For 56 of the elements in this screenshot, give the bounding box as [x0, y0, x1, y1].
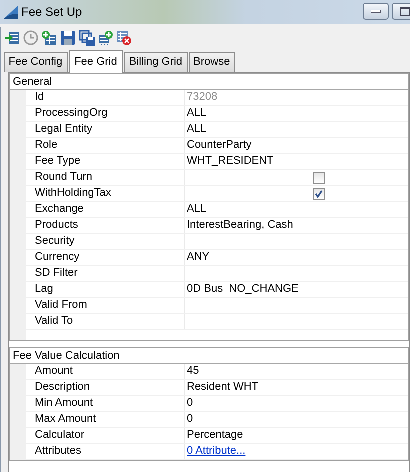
- checkmark-icon: [314, 188, 324, 198]
- property-value: 73208: [187, 90, 218, 102]
- checkbox[interactable]: [313, 172, 325, 184]
- property-label: Security: [26, 234, 185, 248]
- section-header: Fee Value Calculation: [10, 348, 408, 364]
- property-value[interactable]: Percentage: [187, 428, 244, 440]
- property-label: Valid From: [26, 298, 185, 312]
- property-value[interactable]: CounterParty: [187, 138, 252, 150]
- property-value[interactable]: 0: [187, 396, 194, 408]
- property-value[interactable]: ALL: [187, 122, 207, 134]
- property-label: Currency: [26, 250, 185, 264]
- property-label: ProcessingOrg: [26, 106, 185, 120]
- property-value[interactable]: 0D Bus NO_CHANGE: [187, 282, 299, 294]
- section-header: General: [10, 74, 408, 90]
- save-icon[interactable]: [60, 30, 76, 46]
- property-value[interactable]: ALL: [187, 202, 207, 214]
- property-value[interactable]: ANY: [187, 250, 210, 262]
- tab[interactable]: Fee Grid: [68, 50, 124, 72]
- window-title: Fee Set Up: [22, 4, 82, 21]
- property-value[interactable]: InterestBearing, Cash: [187, 218, 294, 230]
- property-value[interactable]: WHT_RESIDENT: [187, 154, 274, 166]
- tab[interactable]: Browse: [188, 52, 236, 72]
- property-label: Calculator: [26, 428, 185, 442]
- property-label: Amount: [26, 364, 185, 378]
- property-label: Fee Type: [26, 154, 185, 168]
- save-all-icon[interactable]: [78, 30, 95, 46]
- property-label: Exchange: [26, 202, 185, 216]
- property-label: Valid To: [26, 314, 185, 328]
- add-table-icon[interactable]: [41, 30, 58, 46]
- property-value[interactable]: ALL: [187, 106, 207, 118]
- minimize-icon: [371, 10, 382, 14]
- property-label: Legal Entity: [26, 122, 185, 136]
- property-value[interactable]: 45: [187, 364, 200, 376]
- property-label: Attributes: [26, 444, 185, 458]
- property-label: Min Amount: [26, 396, 185, 410]
- minimize-button[interactable]: [363, 3, 390, 20]
- tab[interactable]: Billing Grid: [124, 52, 188, 72]
- property-label: Round Turn: [26, 170, 185, 184]
- property-label: Max Amount: [26, 412, 185, 426]
- delete-table-icon[interactable]: [116, 30, 132, 46]
- property-label: SD Filter: [26, 266, 185, 280]
- maximize-icon: [400, 7, 410, 16]
- property-label: Description: [26, 380, 185, 394]
- property-label: Role: [26, 138, 185, 152]
- add-row-icon[interactable]: [98, 30, 114, 46]
- property-value[interactable]: Resident WHT: [187, 380, 259, 392]
- property-label: Products: [26, 218, 185, 232]
- tab[interactable]: Fee Config: [4, 52, 68, 72]
- checkbox[interactable]: [313, 188, 325, 200]
- app-logo-icon: [2, 4, 19, 20]
- property-label: Lag: [26, 282, 185, 296]
- property-label: WithHoldingTax: [26, 186, 185, 200]
- property-label: Id: [26, 90, 185, 104]
- attributes-link[interactable]: 0 Attribute...: [187, 444, 246, 456]
- import-icon[interactable]: [4, 30, 20, 46]
- property-value[interactable]: 0: [187, 412, 194, 424]
